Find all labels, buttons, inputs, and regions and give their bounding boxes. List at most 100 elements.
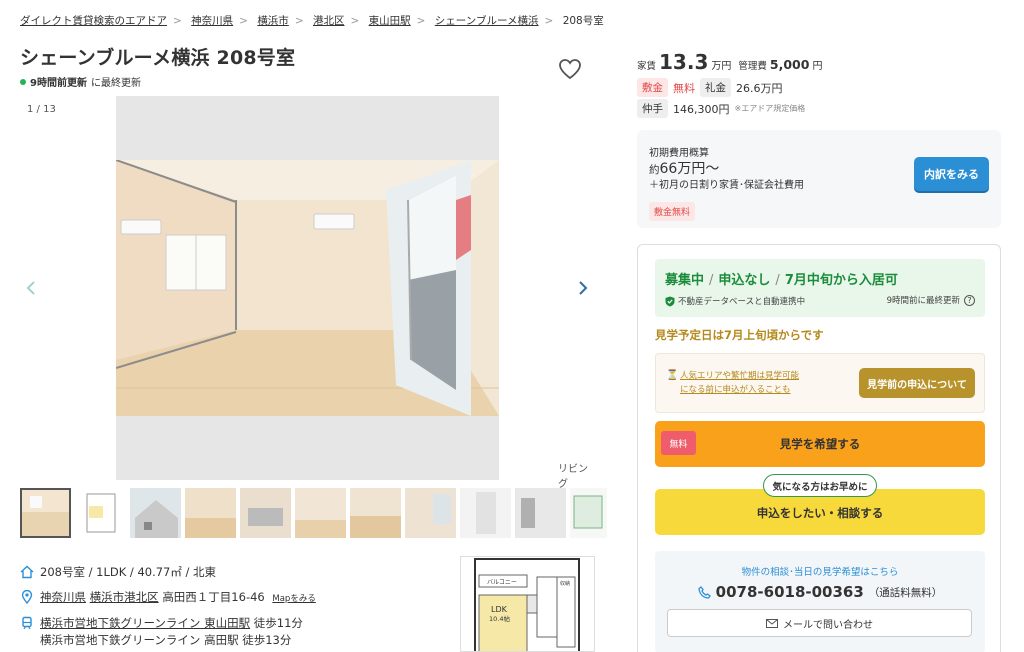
deposit-value: 無料 bbox=[673, 81, 695, 95]
db-sync-text: 不動産データベースと自動連携中 bbox=[678, 297, 806, 307]
shield-check-icon bbox=[665, 296, 675, 306]
mail-inquiry-button[interactable]: メールで問い合わせ bbox=[667, 609, 972, 637]
breadcrumb-item-pref[interactable]: 神奈川県 bbox=[191, 15, 233, 27]
room-info-row: 208号室 / 1LDK / 40.77㎡ / 北東 bbox=[20, 564, 316, 581]
access-line-2: 横浜市営地下鉄グリーンライン 高田駅 徒歩13分 bbox=[40, 632, 292, 647]
property-info: 208号室 / 1LDK / 40.77㎡ / 北東 神奈川県 横浜市港北区 高… bbox=[20, 564, 316, 652]
initial-cost-panel: 初期費用概算 約66万円〜 ＋初月の日割り家賃･保証会社費用 敷金無料 内訳をみ… bbox=[637, 130, 1001, 228]
mgmt-label: 管理費 bbox=[738, 61, 767, 72]
pin-icon bbox=[21, 590, 33, 605]
walk-time: 徒歩11分 bbox=[253, 615, 303, 630]
status-dot-icon bbox=[20, 78, 26, 85]
application-box: 募集中 / 申込なし/7月中旬から入居可 不動産データベースと自動連携中 9時間前に… bbox=[637, 244, 1001, 652]
access-row: 横浜市営地下鉄グリーンライン 東山田駅 徒歩11分 横浜市営地下鉄グリーンライン… bbox=[20, 615, 316, 650]
key-money-value: 26.6万円 bbox=[736, 81, 783, 95]
initial-cost-note: ＋初月の日割り家賃･保証会社費用 bbox=[649, 180, 804, 191]
early-apply-warning: ⏳ 人気エリアや繁忙期は見学可能 になる前に申込が入ることも 見学前の申込につい… bbox=[655, 353, 985, 413]
thumbnail[interactable] bbox=[130, 488, 181, 538]
mail-icon bbox=[766, 618, 778, 628]
status-last-update-text: 9時間前に最終更新 bbox=[886, 296, 960, 306]
request-visit-label: 見学を希望する bbox=[779, 437, 861, 451]
status-last-update: 9時間前に最終更新 ? bbox=[887, 294, 975, 306]
floorplan-image[interactable]: バルコニー LDK 10.4帖 収納 bbox=[460, 556, 595, 652]
apply-consult-label: 申込をしたい・相談する bbox=[756, 506, 884, 520]
rent-label: 家賃 bbox=[637, 61, 657, 72]
rent-value: 13.3 bbox=[659, 50, 709, 74]
photo-caption: リビング bbox=[558, 464, 588, 490]
initial-cost-title: 初期費用概算 bbox=[649, 148, 709, 159]
room-photo bbox=[116, 160, 499, 416]
warning-line-2: になる前に申込が入ることも bbox=[680, 385, 791, 396]
fees-row: 敷金 無料 礼金 26.6万円 bbox=[637, 78, 783, 97]
thumbnail[interactable] bbox=[570, 488, 621, 538]
visit-date-notice: 見学予定日は7月上旬頃からです bbox=[655, 328, 824, 342]
photo-counter: 1 / 13 bbox=[27, 104, 56, 115]
status-recruiting: 募集中 bbox=[665, 273, 705, 288]
map-link[interactable]: Mapをみる bbox=[272, 594, 315, 604]
breakdown-button[interactable]: 内訳をみる bbox=[914, 157, 989, 191]
agent-fee-row: 仲手 146,300円 ※エアドア規定価格 bbox=[637, 99, 805, 118]
breadcrumb-item-ward[interactable]: 港北区 bbox=[313, 15, 345, 27]
key-money-label: 礼金 bbox=[700, 78, 731, 97]
thumbnail-strip bbox=[20, 488, 621, 538]
hurry-bubble: 気になる方はお早めに bbox=[763, 474, 877, 497]
price-row: 家賃 13.3 万円 管理費 5,000 円 bbox=[637, 50, 822, 74]
mail-inquiry-label: メールで問い合わせ bbox=[783, 619, 873, 631]
status-no-apply: 申込なし bbox=[718, 273, 771, 288]
heart-icon[interactable] bbox=[558, 58, 582, 80]
floorplan-balcony-label: バルコニー bbox=[487, 579, 517, 586]
mgmt-unit: 円 bbox=[812, 61, 823, 72]
deposit-label: 敷金 bbox=[637, 78, 668, 97]
thumbnail[interactable] bbox=[460, 488, 511, 538]
status-panel: 募集中 / 申込なし/7月中旬から入居可 不動産データベースと自動連携中 9時間前に… bbox=[655, 259, 985, 317]
room-summary: 208号室 / 1LDK / 40.77㎡ / 北東 bbox=[40, 565, 217, 579]
agent-fee-note: ※エアドア規定価格 bbox=[734, 104, 806, 113]
apply-before-visit-button[interactable]: 見学前の申込について bbox=[859, 368, 975, 398]
breadcrumb-item-top[interactable]: ダイレクト賃貸検索のエアドア bbox=[20, 15, 167, 27]
mgmt-value: 5,000 bbox=[769, 57, 810, 72]
page-title: シェーンブルーメ横浜 208号室 bbox=[20, 47, 296, 69]
status-move-in: 7月中旬から入居可 bbox=[784, 273, 898, 288]
breadcrumb-item-city[interactable]: 横浜市 bbox=[257, 15, 289, 27]
station-link[interactable]: 横浜市営地下鉄グリーンライン 東山田駅 bbox=[40, 616, 250, 630]
warning-line-1: 人気エリアや繁忙期は見学可能 bbox=[680, 371, 800, 381]
thumbnail[interactable] bbox=[185, 488, 236, 538]
initial-amount: 66万円〜 bbox=[659, 161, 720, 177]
address-rest: 高田西１丁目16-46 bbox=[162, 590, 265, 605]
thumbnail[interactable] bbox=[240, 488, 291, 538]
updated-bold: 9時間前更新 bbox=[30, 78, 87, 89]
thumbnail[interactable] bbox=[20, 488, 71, 538]
thumbnail[interactable] bbox=[405, 488, 456, 538]
breadcrumb-item-station[interactable]: 東山田駅 bbox=[369, 15, 411, 27]
chevron-left-icon[interactable] bbox=[20, 276, 44, 300]
thumbnail[interactable] bbox=[295, 488, 346, 538]
floorplan-closet-label: 収納 bbox=[560, 580, 570, 587]
phone-number: 0078-6018-00363 bbox=[715, 583, 864, 601]
address-row: 神奈川県 横浜市港北区 高田西１丁目16-46 Mapをみる bbox=[20, 589, 316, 606]
last-updated: 9時間前更新 に最終更新 bbox=[20, 74, 141, 89]
breadcrumb-item-current: 208号室 bbox=[562, 15, 604, 27]
agent-fee-label: 仲手 bbox=[637, 99, 668, 118]
initial-cost-amount: 約66万円〜 bbox=[649, 158, 719, 178]
contact-title: 物件の相談･当日の見学希望はこちら bbox=[741, 567, 899, 578]
phone-icon bbox=[697, 585, 711, 599]
warning-text[interactable]: 人気エリアや繁忙期は見学可能 になる前に申込が入ることも bbox=[680, 369, 799, 398]
main-photo[interactable] bbox=[116, 96, 499, 480]
address-pref-link[interactable]: 神奈川県 bbox=[40, 590, 86, 604]
thumbnail[interactable] bbox=[515, 488, 566, 538]
question-icon[interactable]: ? bbox=[964, 294, 975, 306]
home-icon bbox=[20, 565, 34, 579]
phone-row[interactable]: 0078-6018-00363 （通話料無料） bbox=[655, 583, 985, 601]
thumbnail[interactable] bbox=[350, 488, 401, 538]
rent-unit: 万円 bbox=[711, 61, 732, 72]
address-city-link[interactable]: 横浜市港北区 bbox=[90, 590, 159, 604]
breadcrumb-item-building[interactable]: シェーンブルーメ横浜 bbox=[435, 15, 539, 27]
thumbnail[interactable] bbox=[75, 488, 126, 538]
updated-rest: に最終更新 bbox=[90, 78, 141, 89]
deposit-free-badge: 敷金無料 bbox=[649, 202, 696, 221]
request-visit-button[interactable]: 無料 見学を希望する bbox=[655, 421, 985, 467]
initial-approx: 約 bbox=[649, 164, 660, 176]
chevron-right-icon[interactable] bbox=[570, 276, 594, 300]
agent-fee-value: 146,300円 bbox=[673, 102, 730, 116]
floorplan-ldk-label: LDK bbox=[491, 605, 508, 614]
